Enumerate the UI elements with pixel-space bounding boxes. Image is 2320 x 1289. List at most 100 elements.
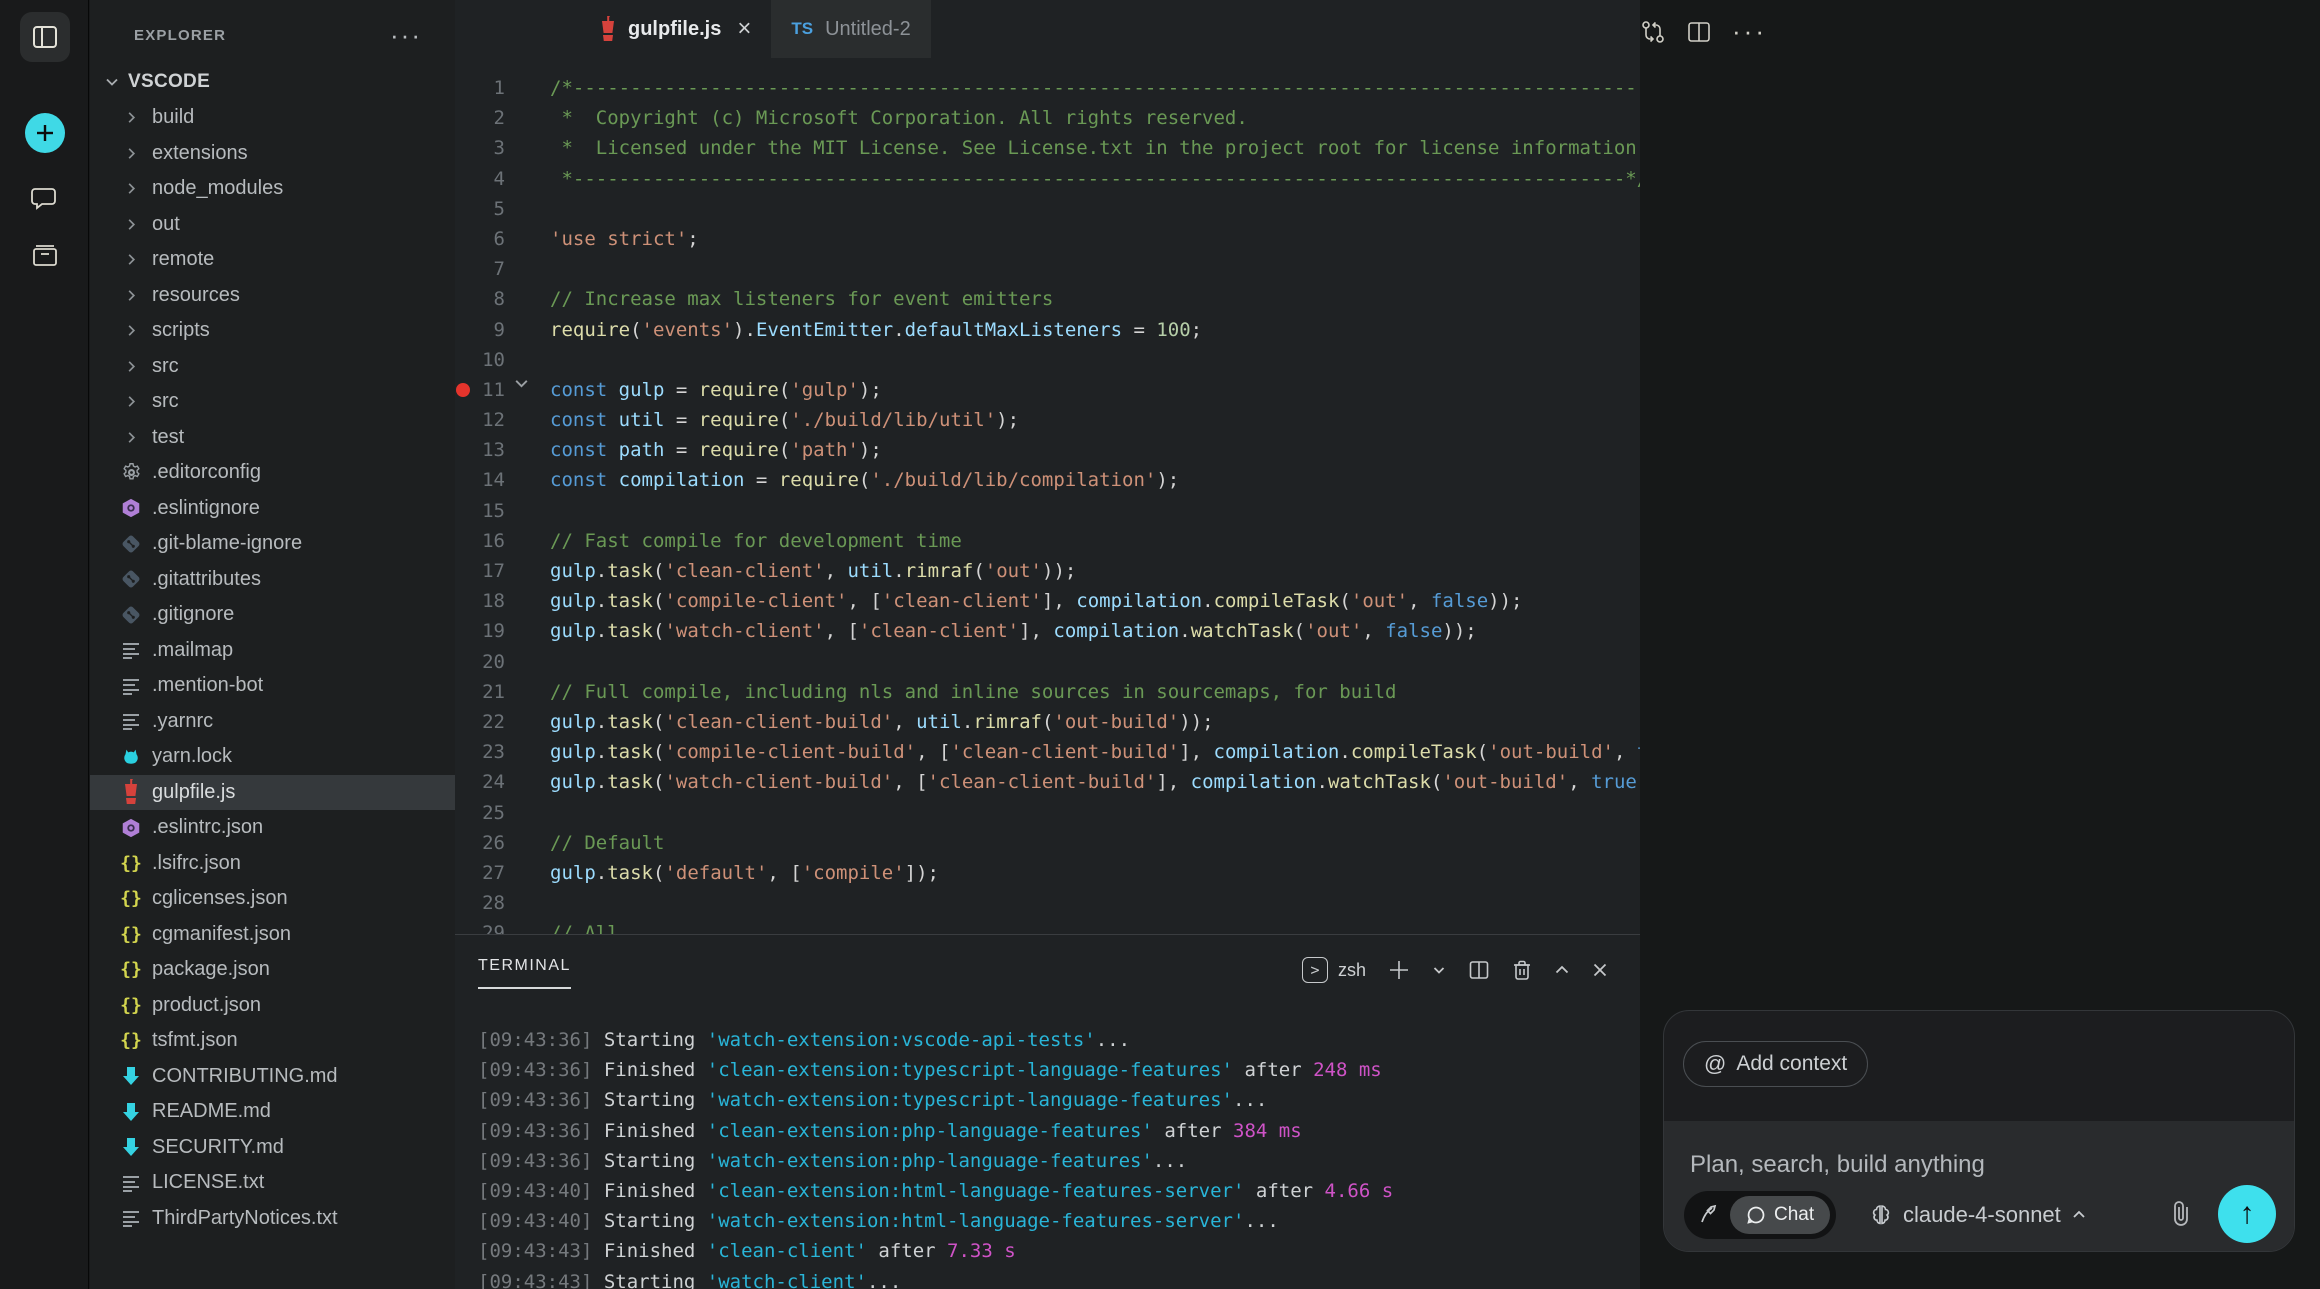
attach-icon[interactable]: [2168, 1199, 2194, 1229]
chat-input-box: @ Add context Plan, search, build anythi…: [1663, 1010, 2295, 1252]
tree-file-LICENSE.txt[interactable]: LICENSE.txt: [90, 1165, 455, 1201]
close-icon[interactable]: ×: [737, 15, 751, 43]
tree-file-.eslintrc.json[interactable]: .eslintrc.json: [90, 810, 455, 846]
tree-file-cgmanifest.json[interactable]: {}cgmanifest.json: [90, 917, 455, 953]
tree-folder-node_modules[interactable]: node_modules: [90, 171, 455, 207]
terminal-tab[interactable]: TERMINAL: [478, 957, 571, 989]
line-number: 5: [455, 194, 505, 224]
code-line-8: 8// Increase max listeners for event emi…: [455, 284, 1640, 314]
tree-folder-src[interactable]: src: [90, 384, 455, 420]
tree-folder-test[interactable]: test: [90, 420, 455, 456]
tree-item-label: src: [152, 355, 179, 378]
git-icon: [118, 603, 144, 627]
tree-file-.git-blame-ignore[interactable]: .git-blame-ignore: [90, 526, 455, 562]
tree-file-.yarnrc[interactable]: .yarnrc: [90, 704, 455, 740]
chat-mode-icon: [1746, 1205, 1766, 1225]
terminal-line: [09:43:36] Starting 'watch-extension:typ…: [478, 1085, 1618, 1115]
tab-gulpfile[interactable]: gulpfile.js ×: [580, 0, 771, 58]
tree-file-.lsifrc.json[interactable]: {}.lsifrc.json: [90, 846, 455, 882]
terminal-output[interactable]: [09:43:36] Starting 'watch-extension:vsc…: [478, 1025, 1618, 1289]
chat-history-button[interactable]: [0, 183, 89, 213]
more-actions-icon[interactable]: ···: [1732, 16, 1767, 47]
code-line-7: 7: [455, 254, 1640, 284]
sidebar-toggle-button[interactable]: [0, 12, 89, 62]
tree-file-CONTRIBUTING.md[interactable]: CONTRIBUTING.md: [90, 1059, 455, 1095]
code-line-15: 15: [455, 496, 1640, 526]
tree-file-yarn.lock[interactable]: yarn.lock: [90, 739, 455, 775]
split-terminal-icon[interactable]: [1468, 959, 1490, 981]
tree-file-.eslintignore[interactable]: .eslintignore: [90, 491, 455, 527]
tree-file-.gitignore[interactable]: .gitignore: [90, 597, 455, 633]
terminal-dropdown-icon[interactable]: [1432, 963, 1446, 977]
tree-item-label: .mention-bot: [152, 674, 263, 697]
tree-file-.editorconfig[interactable]: .editorconfig: [90, 455, 455, 491]
terminal-shell[interactable]: > zsh: [1302, 957, 1366, 983]
tree-folder-build[interactable]: build: [90, 100, 455, 136]
tree-item-label: SECURITY.md: [152, 1136, 284, 1159]
send-button[interactable]: ↑: [2218, 1185, 2276, 1243]
tree-file-tsfmt.json[interactable]: {}tsfmt.json: [90, 1023, 455, 1059]
model-name: claude-4-sonnet: [1903, 1202, 2061, 1228]
line-number: 25: [455, 798, 505, 828]
tree-item-label: cgmanifest.json: [152, 923, 291, 946]
tree-file-README.md[interactable]: README.md: [90, 1094, 455, 1130]
explorer-more-icon[interactable]: ···: [390, 20, 422, 51]
json-icon: {}: [118, 993, 144, 1017]
assistant-panel: ··· @ Add context Plan, search, build an…: [1640, 0, 2320, 1289]
tree-folder-src[interactable]: src: [90, 349, 455, 385]
tree-folder-extensions[interactable]: extensions: [90, 136, 455, 172]
code-line-5: 5: [455, 194, 1640, 224]
markdown-icon: [118, 1100, 144, 1124]
chat-mode-pill[interactable]: Chat: [1730, 1196, 1830, 1234]
tree-file-package.json[interactable]: {}package.json: [90, 952, 455, 988]
close-panel-icon[interactable]: [1592, 962, 1608, 978]
tree-file-.mention-bot[interactable]: .mention-bot: [90, 668, 455, 704]
eslint-icon: [118, 816, 144, 840]
tree-file-gulpfile.js[interactable]: gulpfile.js: [90, 775, 455, 811]
tree-file-ThirdPartyNotices.txt[interactable]: ThirdPartyNotices.txt: [90, 1201, 455, 1237]
tree-file-.mailmap[interactable]: .mailmap: [90, 633, 455, 669]
chevron-right-icon: [124, 288, 142, 303]
tree-file-product.json[interactable]: {}product.json: [90, 988, 455, 1024]
tree-root-label: VSCODE: [128, 71, 210, 93]
code-editor[interactable]: 1/*-------------------------------------…: [455, 58, 1640, 934]
brain-icon: [1869, 1203, 1893, 1227]
line-number: 3: [455, 133, 505, 163]
tree-root-vscode[interactable]: VSCODE: [90, 64, 455, 100]
code-line-18: 18gulp.task('compile-client', ['clean-cl…: [455, 586, 1640, 616]
tree-folder-resources[interactable]: resources: [90, 278, 455, 314]
chat-input-area[interactable]: Plan, search, build anything: [1664, 1121, 2294, 1252]
tree-file-.gitattributes[interactable]: .gitattributes: [90, 562, 455, 598]
tree-folder-out[interactable]: out: [90, 207, 455, 243]
new-terminal-icon[interactable]: [1388, 959, 1410, 981]
tree-folder-scripts[interactable]: scripts: [90, 313, 455, 349]
tree-file-cglicenses.json[interactable]: {}cglicenses.json: [90, 881, 455, 917]
gulp-icon: [600, 16, 616, 42]
archive-button[interactable]: [0, 240, 89, 270]
shell-prompt-icon: >: [1302, 957, 1328, 983]
gulp-icon: [118, 780, 144, 804]
mode-toggle[interactable]: Chat: [1684, 1191, 1836, 1239]
fold-chevron-icon[interactable]: [513, 375, 530, 392]
tree-item-label: LICENSE.txt: [152, 1171, 264, 1194]
tab-untitled-2[interactable]: TS Untitled-2: [771, 0, 930, 58]
terminal-line: [09:43:36] Starting 'watch-extension:php…: [478, 1146, 1618, 1176]
terminal-actions: > zsh: [1302, 957, 1608, 983]
tree-folder-remote[interactable]: remote: [90, 242, 455, 278]
maximize-panel-icon[interactable]: [1554, 962, 1570, 978]
split-editor-icon[interactable]: [1686, 19, 1712, 45]
chevron-down-icon: [104, 74, 120, 90]
terminal-line: [09:43:36] Finished 'clean-extension:typ…: [478, 1055, 1618, 1085]
line-number: 19: [455, 616, 505, 646]
tree-item-label: node_modules: [152, 177, 283, 200]
line-number: 21: [455, 677, 505, 707]
kill-terminal-icon[interactable]: [1512, 959, 1532, 981]
new-chat-button[interactable]: [0, 113, 89, 153]
add-context-button[interactable]: @ Add context: [1683, 1041, 1868, 1087]
model-selector[interactable]: claude-4-sonnet: [1869, 1191, 2087, 1239]
chevron-right-icon: [124, 430, 142, 445]
tree-file-SECURITY.md[interactable]: SECURITY.md: [90, 1130, 455, 1166]
compare-changes-icon[interactable]: [1640, 18, 1666, 46]
lines-icon: [118, 638, 144, 662]
line-number: 4: [455, 164, 505, 194]
